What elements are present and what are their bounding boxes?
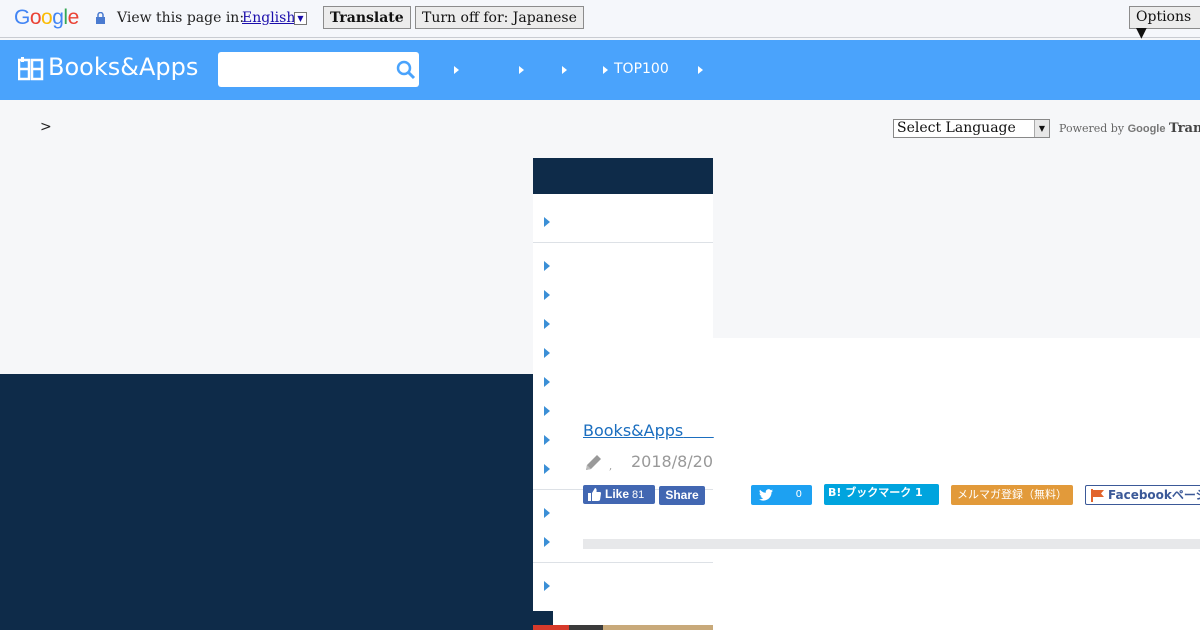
nav-item-top100[interactable]: TOP100 bbox=[614, 61, 669, 77]
turn-off-button[interactable]: Turn off for: Japanese bbox=[415, 6, 584, 29]
translate-link[interactable]: Translate bbox=[1169, 121, 1200, 136]
twitter-button[interactable]: 0 bbox=[751, 485, 812, 505]
view-page-label: View this page in: bbox=[117, 10, 245, 26]
google-small-logo: Google bbox=[1127, 123, 1166, 135]
pencil-icon bbox=[586, 455, 601, 470]
nav-item-2[interactable] bbox=[519, 66, 524, 74]
menu-item-10[interactable] bbox=[544, 508, 550, 518]
mailmag-button[interactable]: メルマガ登録（無料） bbox=[951, 485, 1073, 505]
menu-item-7[interactable] bbox=[544, 406, 550, 416]
menu-item-9[interactable] bbox=[544, 464, 550, 474]
menu-item-8[interactable] bbox=[544, 435, 550, 445]
menu-divider bbox=[533, 242, 713, 243]
google-logo: Google bbox=[14, 6, 79, 29]
powered-by-google: Powered by Google Translate bbox=[1059, 121, 1200, 136]
twitter-bird-icon bbox=[759, 489, 773, 501]
author-link[interactable]: Books&Apps bbox=[583, 421, 714, 440]
menu-item-4[interactable] bbox=[544, 319, 550, 329]
menu-item-2[interactable] bbox=[544, 261, 550, 271]
search-input[interactable] bbox=[218, 52, 419, 87]
hatena-bookmark-button[interactable]: B! ブックマーク 1 bbox=[824, 484, 939, 505]
flag-icon bbox=[1091, 489, 1104, 502]
nav-item-3[interactable] bbox=[562, 66, 567, 74]
menu-item-6[interactable] bbox=[544, 377, 550, 387]
search-icon[interactable] bbox=[396, 60, 416, 80]
separator-dot: , bbox=[609, 461, 613, 472]
menu-item-12[interactable] bbox=[544, 581, 550, 591]
language-dropdown-icon[interactable]: ▼ bbox=[294, 12, 307, 25]
category-menu-header bbox=[533, 158, 713, 194]
like-count: 81 bbox=[632, 489, 645, 501]
menu-item-3[interactable] bbox=[544, 290, 550, 300]
menu-item-1[interactable] bbox=[544, 217, 550, 227]
site-header: Books&Apps bbox=[0, 40, 1200, 100]
breadcrumb[interactable]: > bbox=[40, 119, 52, 135]
menu-item-5[interactable] bbox=[544, 348, 550, 358]
translate-bar: Google View this page in: English ▼ Tran… bbox=[0, 0, 1200, 41]
facebook-like-button[interactable]: Like 81 bbox=[583, 485, 655, 504]
site-logo[interactable]: Books&Apps bbox=[48, 53, 198, 81]
thumbs-up-icon bbox=[588, 488, 601, 501]
section-divider-bar bbox=[583, 539, 1200, 549]
translate-button[interactable]: Translate bbox=[323, 6, 411, 29]
nav-item-top100-arrow bbox=[603, 66, 608, 74]
language-select-value: Select Language bbox=[897, 120, 1016, 136]
nav-item-1[interactable] bbox=[454, 66, 459, 74]
nav-item-5[interactable] bbox=[698, 66, 703, 74]
tweet-count: 0 bbox=[795, 489, 802, 500]
menu-item-11[interactable] bbox=[544, 537, 550, 547]
article-thumbnail[interactable] bbox=[533, 625, 713, 630]
post-date: 2018/8/20 bbox=[631, 452, 714, 471]
language-link[interactable]: English bbox=[242, 10, 295, 26]
facebook-share-button[interactable]: Share bbox=[659, 486, 705, 505]
books-logo-icon[interactable] bbox=[18, 57, 44, 81]
lock-icon bbox=[96, 12, 105, 24]
chevron-down-icon: ▼ bbox=[1034, 120, 1049, 137]
options-button[interactable]: Options ▼ bbox=[1129, 6, 1200, 41]
language-select[interactable]: Select Language ▼ bbox=[893, 119, 1050, 138]
menu-divider bbox=[533, 562, 713, 563]
